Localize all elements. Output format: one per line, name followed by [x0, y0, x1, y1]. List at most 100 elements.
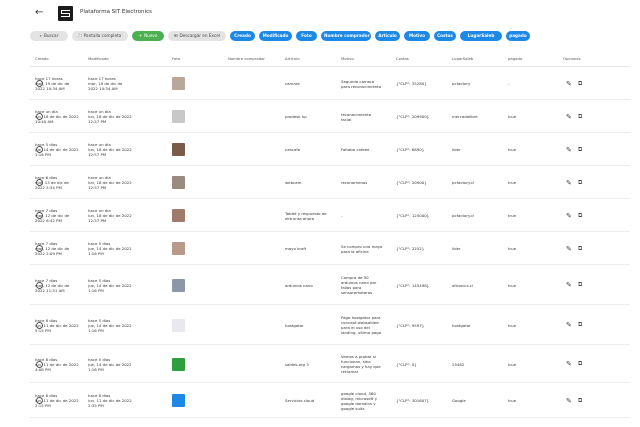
cost-cell: {"CLP": 20900} [396, 180, 427, 185]
cost-cell: {"CLP": 145498} [396, 282, 430, 288]
photo-thumbnail[interactable] [172, 77, 185, 90]
toolbar-button-nombre-comprador[interactable]: Nombre comprador [321, 31, 371, 41]
copy-icon[interactable]: ⧉ [578, 146, 582, 154]
modified-cell-line: 1:16 PM [88, 251, 104, 256]
created-cell-line: 2:15 PM [35, 403, 51, 408]
copy-icon[interactable]: ⧉ [578, 113, 582, 121]
place-cell: mercadolibre [452, 114, 478, 119]
toolbar-button-lugarsaleb[interactable]: LugarSaleb [460, 31, 502, 41]
table-row: hace 8 días lun, 11 de dic de 2022 5:15 PM… [30, 305, 630, 345]
cost-cell: {"CLP": 9597} [396, 322, 425, 328]
pencil-icon[interactable]: ✎ [566, 80, 572, 88]
pencil-icon[interactable]: ✎ [566, 397, 572, 405]
place-cell: hostgator [452, 322, 471, 328]
toolbar-button-creado[interactable]: Creado [230, 31, 255, 41]
pencil-icon[interactable]: ✎ [566, 212, 572, 220]
created-cell: hace 5 días jue, 14 de dic de 2022 1:16 PM [35, 142, 87, 157]
header-creado[interactable]: Creado [35, 56, 49, 61]
toolbar-button-nuevo[interactable]: + Nuevo [132, 31, 164, 41]
reason-cell-line: reconomenos [341, 180, 368, 185]
article-cell-line: ektrunta ahora [285, 215, 315, 221]
pencil-icon[interactable]: ✎ [566, 281, 572, 289]
paid-cell: true [508, 213, 516, 218]
reason-cell-line: - [341, 213, 343, 218]
pencil-icon[interactable]: ✎ [566, 245, 572, 253]
header-lugarsaleb[interactable]: LugarSaleb [452, 56, 473, 61]
pencil-icon[interactable]: ✎ [566, 321, 572, 329]
table-row: hace 7 días mar, 12 de dic de 2022 6:42 PM… [30, 199, 630, 232]
copy-icon[interactable]: ⧉ [578, 212, 582, 220]
article-cell-line: webcam [285, 180, 302, 185]
copy-icon[interactable]: ⧉ [578, 321, 582, 329]
header-articulo[interactable]: Artículo [285, 56, 300, 61]
header-motivo[interactable]: Motivo [341, 56, 354, 61]
photo-thumbnail[interactable] [172, 143, 185, 156]
reason-cell: reconomenos [341, 180, 395, 185]
toolbar-button-buscar[interactable]: ⌕ Buscar [30, 31, 68, 41]
header-modificado[interactable]: Modificado [88, 56, 109, 61]
photo-thumbnail[interactable] [172, 394, 185, 407]
pencil-icon[interactable]: ✎ [566, 113, 572, 121]
modified-cell: hace 5 días jue, 14 de dic de 2022 1:16 PM [88, 278, 140, 293]
pencil-icon[interactable]: ✎ [566, 360, 572, 368]
created-cell-line: 5:15 PM [35, 327, 51, 333]
created-cell-line: 2022 2:09 PM [35, 251, 62, 256]
toolbar-button-descargar-en-excel[interactable]: ⊞ Descargar en Excel [168, 31, 226, 41]
table-row: hace 6 días mié, 13 de dic de 2022 5:34 PM… [30, 166, 630, 199]
reason-cell: google cloud, 360 dialog, microsoft y goog… [341, 391, 395, 411]
created-cell-line: 2022 5:34 PM [35, 185, 62, 190]
top-bar: ← Plataforma SIT Electronics [0, 0, 640, 26]
toolbar-button-pagado[interactable]: pagado [506, 31, 530, 41]
copy-icon[interactable]: ⧉ [578, 80, 582, 88]
toolbar-label-motivo: Motivo [408, 33, 426, 38]
paid-cell: true [508, 114, 516, 119]
photo-thumbnail[interactable] [172, 357, 185, 371]
copy-icon[interactable]: ⧉ [578, 360, 582, 368]
reason-cell: - [341, 213, 395, 218]
photo-thumbnail[interactable] [172, 242, 185, 255]
copy-icon[interactable]: ⧉ [578, 281, 582, 289]
toolbar-button-motivo[interactable]: Motivo [404, 31, 430, 41]
toolbar-icon-descargar-en-excel: ⊞ [174, 33, 178, 38]
toolbar-button-costos[interactable]: Costos [434, 31, 456, 41]
copy-icon[interactable]: ⧉ [578, 245, 582, 253]
reason-cell: Segunda camara para reconocimiento [341, 79, 395, 89]
article-cell: mayo kraft [285, 246, 339, 251]
header-costos[interactable]: Costos [396, 56, 409, 61]
photo-thumbnail[interactable] [172, 278, 185, 292]
article-cell: prodesk hp [285, 114, 339, 119]
header-nombre-comprador[interactable]: Nombre comprador [228, 56, 265, 61]
cost-cell: {"CLP": 2252} [396, 246, 425, 251]
toolbar-button-modificado[interactable]: Modificado [259, 31, 292, 41]
photo-thumbnail[interactable] [172, 176, 185, 189]
copy-icon[interactable]: ⧉ [578, 179, 582, 187]
created-cell: hace 7 días mar, 12 de dic de 2022 6:42 PM [35, 208, 87, 223]
table-row: hace 5 días jue, 14 de dic de 2022 1:16 PM… [30, 133, 630, 166]
toolbar-button-foto[interactable]: Foto [296, 31, 317, 41]
pencil-icon[interactable]: ✎ [566, 146, 572, 154]
photo-thumbnail[interactable] [172, 209, 185, 222]
cost-cell: {"CLP": 0} [396, 361, 417, 367]
modified-cell: hace un día lun, 18 de dic de 2022 12:57 P… [88, 175, 140, 190]
toolbar-label-nuevo: Nuevo [144, 33, 158, 38]
photo-thumbnail[interactable] [172, 110, 185, 123]
header-pagado[interactable]: pagado [508, 56, 522, 61]
created-cell: hace 7 días mar, 12 de dic de 2022 2:09 PM [35, 241, 87, 256]
modified-cell: hace un día lun, 18 de dic de 2022 12:57 P… [88, 208, 140, 223]
paid-cell: true [508, 147, 516, 152]
modified-cell: hace 5 días jue, 14 de dic de 2022 1:16 PM [88, 357, 140, 372]
toolbar-button-articulo[interactable]: Artículo [375, 31, 400, 41]
toolbar-button-pantalla-completa[interactable]: ⛶ Pantalla completa [72, 31, 128, 41]
reason-cell: reconocimiento facial [341, 112, 395, 122]
toolbar-label-creado: Creado [234, 33, 251, 38]
created-cell-line: 2022 6:42 PM [35, 218, 62, 223]
copy-icon[interactable]: ⧉ [578, 397, 582, 405]
pencil-icon[interactable]: ✎ [566, 179, 572, 187]
place-cell: altronics.cl [452, 282, 474, 288]
toolbar: ⌕ Buscar ⛶ Pantalla completa + Nuevo ⊞ Descarga… [30, 31, 630, 41]
article-cell-line: mayo kraft [285, 246, 307, 251]
photo-thumbnail[interactable] [172, 318, 185, 332]
cost-cell: {"CLP": 6890} [396, 147, 425, 152]
header-foto[interactable]: Foto [172, 56, 180, 61]
back-arrow-icon[interactable]: ← [35, 7, 43, 19]
